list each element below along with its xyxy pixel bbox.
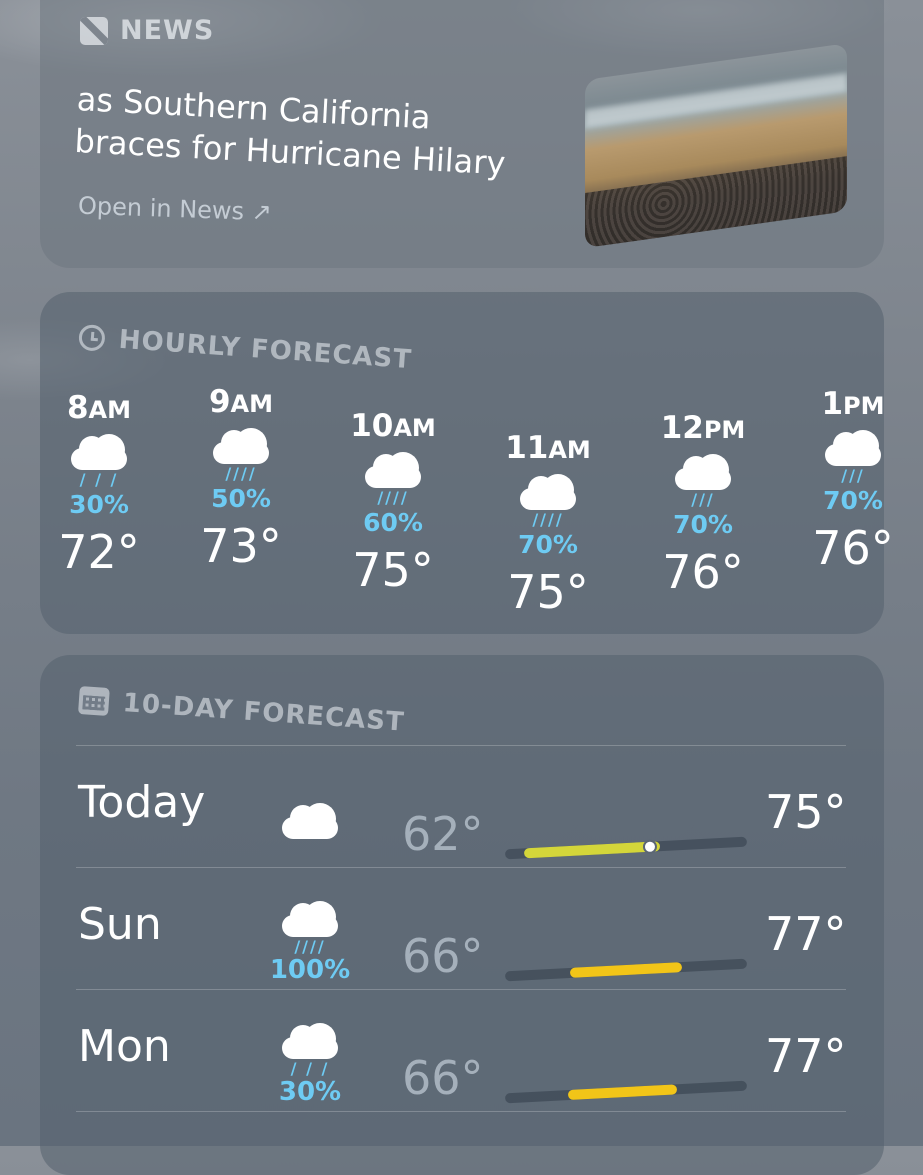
temp-range-fill (570, 962, 682, 978)
hour-ampm: AM (393, 414, 436, 442)
hour-time: 8AM (34, 390, 164, 426)
cloud-drizzle-icon: / / / 30% (265, 1015, 355, 1107)
day-high-temp: 77° (765, 907, 847, 961)
rain-drops-icon: /// (841, 466, 865, 485)
rain-drops-icon: //// (377, 488, 409, 507)
rain-drops-icon: / / / (79, 470, 119, 489)
clock-icon (78, 323, 106, 352)
hour-temp: 72° (58, 525, 140, 579)
hour-time: 1PM (788, 386, 918, 422)
day-name: Today (78, 777, 206, 828)
hour-column: 1PM /// 70% 76° (788, 386, 918, 575)
day-row-sun[interactable]: Sun //// 100% 66° 77° (40, 877, 884, 997)
news-header: NEWS (80, 15, 214, 46)
hour-precip: 50% (211, 484, 271, 513)
news-headline[interactable]: as Southern California braces for Hurric… (74, 78, 548, 186)
day-row-today[interactable]: Today 62° 75° (40, 755, 884, 875)
calendar-icon (77, 685, 110, 717)
ten-day-forecast-header: 10-DAY FORECAST (77, 685, 406, 738)
row-divider (76, 867, 846, 868)
thumbnail-rocks (585, 156, 847, 248)
hour-column: 8AM / / / 30% 72° (34, 390, 164, 579)
day-row-mon[interactable]: Mon / / / 30% 66° 77° (40, 999, 884, 1119)
hour-time: 12PM (638, 410, 768, 446)
hour-ampm: PM (703, 416, 746, 444)
hour-number: 10 (350, 408, 394, 444)
day-name: Sun (78, 899, 162, 950)
hour-ampm: AM (548, 436, 591, 464)
hour-precip: 70% (673, 510, 733, 539)
hour-number: 8 (66, 390, 89, 426)
hour-temp: 76° (662, 545, 744, 599)
row-divider (76, 745, 846, 746)
hour-precip: 60% (363, 508, 423, 537)
hour-ampm: AM (230, 390, 274, 418)
hour-number: 1 (821, 386, 844, 422)
temp-range-bar (504, 836, 748, 860)
hour-column: 10AM //// 60% 75° (328, 408, 458, 597)
day-low-temp: 66° (402, 929, 484, 983)
hour-temp: 75° (507, 565, 589, 619)
hour-column: 12PM /// 70% 76° (638, 410, 768, 599)
cloud-heavy-rain-icon (520, 474, 576, 510)
hour-time: 11AM (483, 430, 613, 466)
hourly-forecast-header: HOURLY FORECAST (78, 322, 413, 375)
cloud-icon (265, 795, 355, 839)
day-low-temp: 62° (402, 807, 484, 861)
hour-temp: 76° (812, 521, 894, 575)
rain-drops-icon: //// (532, 510, 564, 529)
hour-number: 9 (208, 384, 231, 420)
temp-range-bar (504, 1080, 748, 1104)
hour-precip: 70% (518, 530, 578, 559)
open-in-news-link[interactable]: Open in News ↗ (78, 192, 273, 227)
temp-range-fill (524, 841, 661, 859)
rain-drops-icon: //// (225, 464, 257, 483)
cloud-heavy-rain-icon: //// 100% (265, 893, 355, 985)
current-temp-dot (642, 839, 658, 855)
day-low-temp: 66° (402, 1051, 484, 1105)
rain-drops-icon: / / / (290, 1059, 330, 1078)
temp-range-bar (504, 958, 748, 982)
hourly-forecast-title: HOURLY FORECAST (117, 324, 413, 376)
cloud-rain-icon (365, 452, 421, 488)
cloud-rain-icon (675, 454, 731, 490)
hour-number: 12 (660, 410, 704, 446)
hour-column: 11AM //// 70% 75° (483, 430, 613, 619)
hour-temp: 75° (352, 543, 434, 597)
hour-number: 11 (505, 430, 549, 466)
day-high-temp: 75° (765, 785, 847, 839)
news-logo-icon (80, 16, 108, 45)
day-high-temp: 77° (765, 1029, 847, 1083)
day-precip: 30% (278, 1077, 342, 1107)
hour-precip: 30% (69, 490, 129, 519)
cloud-drizzle-icon (71, 434, 127, 470)
news-header-label: NEWS (120, 15, 215, 46)
day-name: Mon (78, 1021, 171, 1072)
hour-time: 9AM (176, 384, 306, 420)
ten-day-forecast-title: 10-DAY FORECAST (121, 688, 406, 738)
cloud-rain-icon (825, 430, 881, 466)
cloud-rain-icon (213, 428, 269, 464)
thumbnail-surf (585, 73, 847, 128)
hour-temp: 73° (200, 519, 282, 573)
day-precip: 100% (269, 955, 351, 985)
temp-range-fill (567, 1084, 677, 1101)
rain-drops-icon: /// (691, 490, 715, 509)
row-divider (76, 1111, 846, 1112)
row-divider (76, 989, 846, 990)
ten-day-forecast-card[interactable]: 10-DAY FORECAST Today 62° 75° Sun //// 1… (40, 655, 884, 1175)
hour-column: 9AM //// 50% 73° (176, 384, 306, 573)
hour-time: 10AM (328, 408, 458, 444)
hourly-forecast-card[interactable]: HOURLY FORECAST 8AM / / / 30% 72° 9AM //… (40, 292, 894, 634)
hour-ampm: PM (843, 392, 885, 420)
hour-ampm: AM (88, 396, 132, 424)
rain-drops-icon: //// (294, 937, 326, 956)
news-thumbnail[interactable] (585, 43, 847, 248)
hour-precip: 70% (823, 486, 883, 515)
news-card[interactable]: NEWS as Southern California braces for H… (40, 0, 884, 268)
